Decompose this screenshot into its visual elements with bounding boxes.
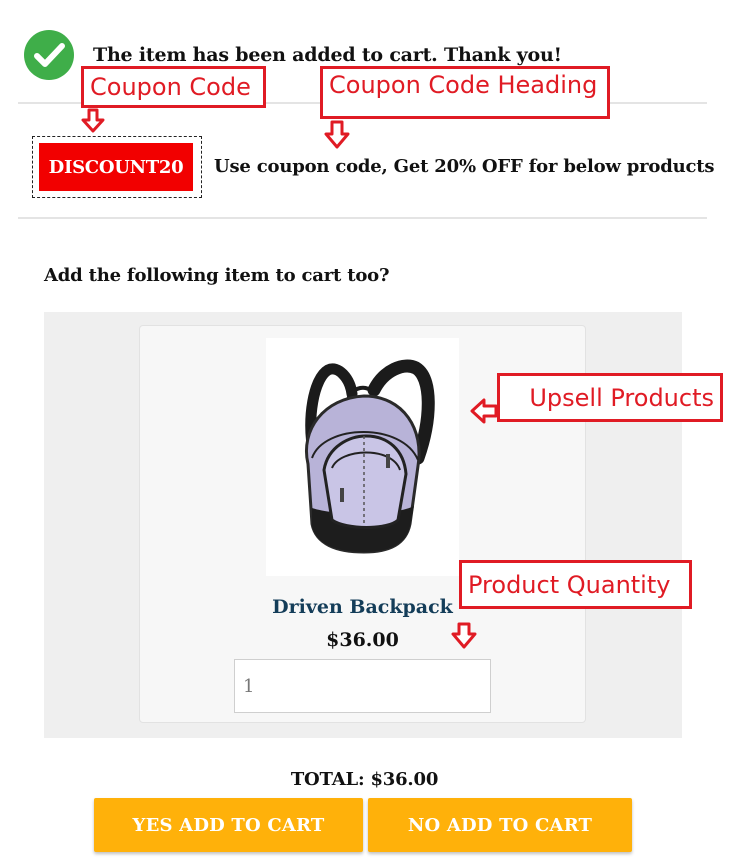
- product-quantity-input[interactable]: [234, 659, 491, 713]
- coupon-code-heading: Use coupon code, Get 20% OFF for below p…: [214, 156, 715, 177]
- coupon-code[interactable]: DISCOUNT20: [39, 143, 193, 191]
- yes-add-to-cart-button[interactable]: YES ADD TO CART: [94, 798, 363, 852]
- arrow-down-icon: [451, 622, 477, 649]
- arrow-down-icon: [324, 120, 350, 149]
- product-price: $36.00: [326, 629, 399, 651]
- no-add-to-cart-button[interactable]: NO ADD TO CART: [368, 798, 632, 852]
- total-price: TOTAL: $36.00: [290, 769, 439, 790]
- check-circle-icon: [24, 30, 74, 80]
- upsell-title: Add the following item to cart too?: [44, 265, 390, 286]
- added-to-cart-message: The item has been added to cart. Thank y…: [93, 44, 562, 66]
- annotation-coupon-code: Coupon Code: [81, 66, 266, 108]
- arrow-left-icon: [470, 398, 498, 424]
- annotation-product-quantity: Product Quantity: [459, 560, 692, 609]
- annotation-upsell-products: Upsell Products: [497, 373, 723, 422]
- annotation-coupon-code-heading: Coupon Code Heading: [320, 66, 610, 119]
- coupon-code-box: DISCOUNT20: [32, 136, 202, 198]
- arrow-down-icon: [81, 108, 105, 133]
- divider: [18, 217, 707, 219]
- backpack-image[interactable]: [266, 338, 459, 576]
